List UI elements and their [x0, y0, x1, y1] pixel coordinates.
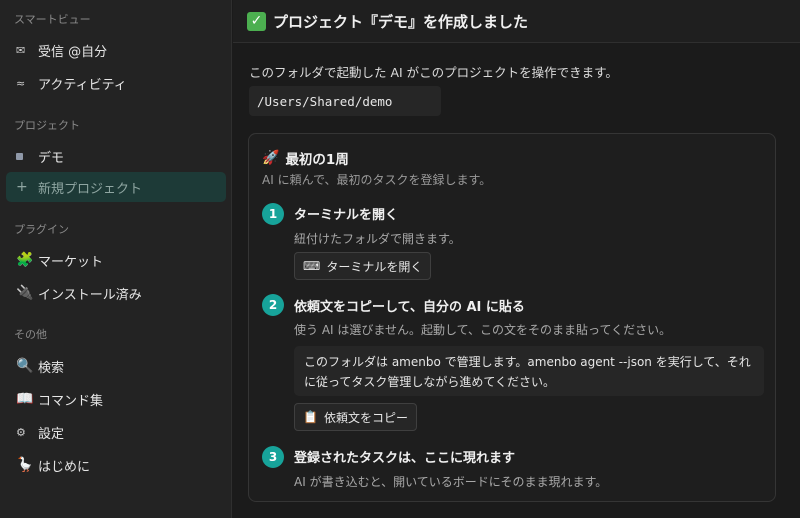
sidebar-item-inbox[interactable]: ✉ 受信 @自分 — [6, 35, 226, 65]
new-project-label: 新規プロジェクト — [38, 181, 143, 197]
step-2-description: 使う AI は選びません。起動して、この文をそのまま貼ってください。 — [294, 323, 672, 337]
page-title: プロジェクト『デモ』を作成しました — [273, 12, 529, 31]
step-3-number: 3 — [262, 446, 284, 468]
sidebar-item-label: 検索 — [38, 360, 65, 376]
page-header: ✓ プロジェクト『デモ』を作成しました — [233, 0, 800, 43]
new-project-button[interactable]: + 新規プロジェクト — [6, 172, 226, 202]
sidebar-item-label: 設定 — [38, 426, 65, 442]
step-1-number: 1 — [262, 203, 284, 225]
book-icon: 📖 — [16, 391, 34, 407]
card-title-text: 最初の1周 — [285, 152, 349, 168]
plug-icon: 🔌 — [16, 285, 34, 301]
sidebar-item-settings[interactable]: ⚙ 設定 — [6, 417, 226, 447]
activity-icon: ≈ — [16, 76, 26, 90]
copy-prompt-button[interactable]: 📋 依頼文をコピー — [294, 403, 417, 431]
sidebar-item-label: デモ — [38, 150, 65, 166]
sidebar-item-demo[interactable]: デモ — [6, 141, 226, 171]
magnifier-icon: 🔍 — [16, 358, 34, 374]
sidebar-item-market[interactable]: 🧩 マーケット — [6, 245, 226, 275]
sidebar-item-getting-started[interactable]: 🪿 はじめに — [6, 450, 226, 480]
sidebar-item-label: インストール済み — [38, 287, 142, 303]
puzzle-icon: 🧩 — [16, 252, 34, 268]
rocket-icon: 🚀 — [262, 150, 280, 166]
gear-icon: ⚙ — [16, 425, 26, 439]
envelope-icon: ✉ — [16, 43, 26, 57]
project-heading: プロジェクト — [14, 119, 80, 132]
first-round-card: 🚀 最初の1周 AI に頼んで、最初のタスクを登録します。 1 ターミナルを開く… — [248, 133, 776, 502]
prompt-text-block: このフォルダは amenbo で管理します。amenbo agent --jso… — [294, 346, 764, 396]
sidebar-item-activity[interactable]: ≈ アクティビティ — [6, 68, 226, 98]
step-3-title: 登録されたタスクは、ここに現れます — [294, 451, 516, 466]
sidebar-item-label: はじめに — [38, 459, 91, 475]
sidebar-item-installed[interactable]: 🔌 インストール済み — [6, 278, 226, 308]
clipboard-icon: 📋 — [303, 410, 318, 424]
other-heading: その他 — [14, 328, 47, 341]
plugin-heading: プラグイン — [14, 223, 69, 236]
step-3-description: AI が書き込むと、開いているボードにそのまま現れます。 — [294, 475, 608, 489]
folder-path: /Users/Shared/demo — [249, 86, 441, 116]
sidebar-item-label: 受信 @自分 — [38, 44, 108, 60]
sidebar-item-search[interactable]: 🔍 検索 — [6, 351, 226, 381]
goose-icon: 🪿 — [16, 457, 34, 473]
sidebar-item-label: マーケット — [38, 254, 104, 270]
sidebar-item-commands[interactable]: 📖 コマンド集 — [6, 384, 226, 414]
sidebar-item-label: コマンド集 — [38, 393, 104, 409]
step-1-title: ターミナルを開く — [294, 208, 399, 223]
step-1-description: 紐付けたフォルダで開きます。 — [294, 232, 461, 246]
step-2-number: 2 — [262, 294, 284, 316]
open-terminal-label: ターミナルを開く — [326, 259, 423, 274]
open-terminal-button[interactable]: ⌨ ターミナルを開く — [294, 252, 432, 280]
sidebar: スマートビュー ✉ 受信 @自分 ≈ アクティビティ プロジェクト デモ + 新… — [0, 0, 232, 518]
main-panel: ✓ プロジェクト『デモ』を作成しました このフォルダで起動した AI がこのプロ… — [233, 0, 800, 518]
step-2-title: 依頼文をコピーして、自分の AI に貼る — [294, 300, 525, 315]
smart-view-heading: スマートビュー — [14, 13, 91, 26]
project-description: このフォルダで起動した AI がこのプロジェクトを操作できます。 — [249, 65, 618, 80]
card-subtitle: AI に頼んで、最初のタスクを登録します。 — [262, 173, 492, 187]
plus-icon: + — [16, 179, 28, 195]
keyboard-icon: ⌨ — [303, 259, 321, 273]
card-title: 🚀 最初の1周 — [262, 148, 349, 168]
copy-prompt-label: 依頼文をコピー — [323, 410, 408, 425]
sidebar-item-label: アクティビティ — [38, 77, 127, 93]
project-square-icon — [16, 152, 38, 160]
check-icon: ✓ — [247, 11, 266, 31]
